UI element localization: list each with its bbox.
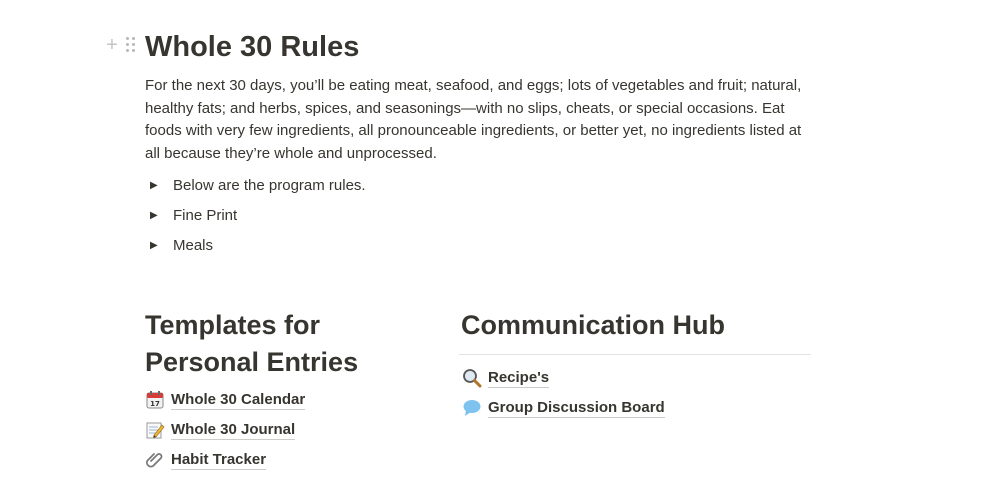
page-title: Whole 30 Rules [145, 31, 360, 63]
toggle-label: Fine Print [173, 206, 238, 224]
link-label: Habit Tracker [171, 451, 267, 470]
toggle-label: Meals [173, 236, 214, 254]
toggle-triangle-icon[interactable]: ▶ [150, 180, 160, 191]
divider [459, 354, 811, 355]
link-label: Group Discussion Board [488, 399, 665, 418]
toggle-fine-print[interactable]: ▶ Fine Print [148, 204, 237, 226]
toggle-triangle-icon[interactable]: ▶ [150, 210, 160, 221]
magnifier-icon [462, 368, 482, 388]
speech-bubble-icon [462, 398, 482, 418]
calendar-icon: 17 [145, 390, 165, 410]
page-link-whole30-calendar[interactable]: 17 Whole 30 Calendar [145, 388, 306, 412]
paperclip-icon [145, 450, 165, 470]
add-block-icon[interactable]: + [104, 35, 120, 55]
intro-paragraph: For the next 30 days, you’ll be eating m… [145, 77, 802, 162]
svg-text:17: 17 [150, 400, 160, 408]
toggle-program-rules[interactable]: ▶ Below are the program rules. [148, 174, 366, 196]
link-label: Recipe's [488, 369, 550, 388]
toggle-triangle-icon[interactable]: ▶ [150, 240, 160, 251]
page-link-habit-tracker[interactable]: Habit Tracker [145, 448, 267, 472]
page: + Whole 30 Rules For the next 30 days, y… [0, 0, 1005, 504]
page-link-whole30-journal[interactable]: Whole 30 Journal [145, 418, 296, 442]
toggle-meals[interactable]: ▶ Meals [148, 234, 213, 256]
toggle-label: Below are the program rules. [173, 176, 366, 194]
memo-pencil-icon [145, 420, 165, 440]
templates-heading: Templates for Personal Entries [145, 310, 359, 377]
communication-heading: Communication Hub [461, 310, 725, 340]
block-handles: + [104, 35, 136, 55]
page-link-group-discussion-board[interactable]: Group Discussion Board [462, 396, 665, 420]
link-label: Whole 30 Journal [171, 421, 296, 440]
link-label: Whole 30 Calendar [171, 391, 306, 410]
page-link-recipes[interactable]: Recipe's [462, 366, 550, 390]
drag-handle-icon[interactable] [126, 37, 136, 53]
